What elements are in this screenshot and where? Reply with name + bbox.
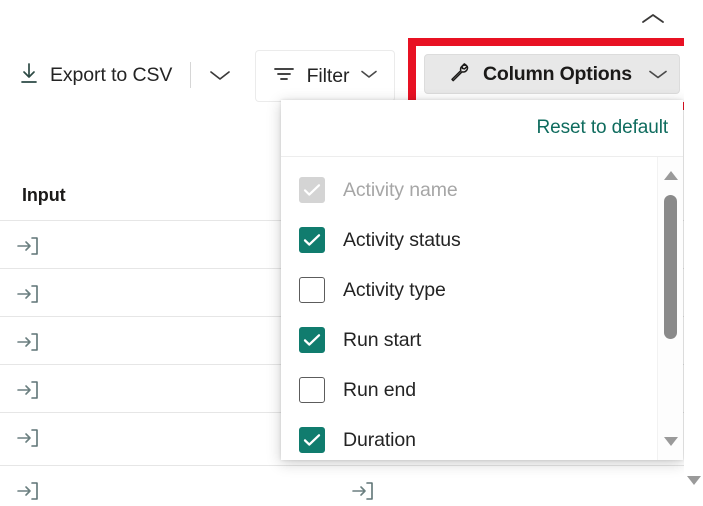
- column-option-label: Activity status: [343, 229, 461, 252]
- column-option-activity-name: Activity name: [281, 165, 653, 215]
- app-root: Input: [0, 0, 703, 506]
- export-to-csv-button[interactable]: Export to CSV: [8, 52, 182, 98]
- column-options-chevron-down-icon: [648, 68, 668, 81]
- checkbox-checked-icon[interactable]: [299, 427, 325, 453]
- column-option-run-end[interactable]: Run end: [281, 365, 653, 415]
- column-option-label: Run end: [343, 379, 416, 402]
- export-to-csv-group: Export to CSV: [8, 52, 237, 98]
- column-option-duration[interactable]: Duration: [281, 415, 653, 460]
- column-header-input: Input: [22, 185, 65, 206]
- chevron-up-icon[interactable]: [633, 4, 673, 34]
- column-options-list: Activity name Activity status Activity t…: [281, 157, 653, 460]
- column-options-panel: Reset to default Activity name Activity …: [281, 100, 683, 460]
- column-options-button[interactable]: Column Options: [424, 54, 680, 94]
- checkbox-checked-disabled-icon: [299, 177, 325, 203]
- checkbox-unchecked-icon[interactable]: [299, 377, 325, 403]
- column-options-label: Column Options: [483, 63, 632, 86]
- panel-header: Reset to default: [281, 100, 683, 157]
- column-option-label: Activity name: [343, 179, 458, 202]
- checkbox-checked-icon[interactable]: [299, 327, 325, 353]
- scrollbar-thumb[interactable]: [664, 195, 677, 339]
- arrow-into-box-icon[interactable]: [350, 478, 376, 504]
- scrollbar-triangle-up-icon[interactable]: [658, 163, 683, 188]
- arrow-into-box-icon[interactable]: [15, 377, 41, 403]
- export-chevron-down-icon[interactable]: [203, 55, 237, 95]
- arrow-into-box-icon[interactable]: [15, 329, 41, 355]
- panel-scrollbar[interactable]: [657, 157, 683, 460]
- column-options-list-wrap: Activity name Activity status Activity t…: [281, 157, 683, 460]
- reset-to-default-button[interactable]: Reset to default: [537, 117, 668, 139]
- page-scrollbar-triangle-down-icon[interactable]: [684, 471, 703, 490]
- wrench-icon: [447, 60, 471, 89]
- download-icon: [18, 61, 40, 90]
- column-option-label: Duration: [343, 429, 416, 452]
- checkbox-unchecked-icon[interactable]: [299, 277, 325, 303]
- toolbar-divider: [190, 62, 191, 88]
- row-divider: [0, 465, 703, 466]
- scrollbar-triangle-down-icon[interactable]: [658, 429, 683, 454]
- export-to-csv-label: Export to CSV: [50, 64, 172, 87]
- filter-button[interactable]: Filter: [255, 50, 395, 102]
- column-option-label: Run start: [343, 329, 421, 352]
- checkbox-checked-icon[interactable]: [299, 227, 325, 253]
- column-option-activity-status[interactable]: Activity status: [281, 215, 653, 265]
- filter-icon: [272, 64, 296, 89]
- filter-label: Filter: [307, 65, 350, 88]
- page-scrollbar[interactable]: [684, 0, 703, 506]
- arrow-into-box-icon[interactable]: [15, 478, 41, 504]
- arrow-into-box-icon[interactable]: [15, 233, 41, 259]
- column-option-label: Activity type: [343, 279, 446, 302]
- filter-chevron-down-icon: [360, 67, 378, 85]
- arrow-into-box-icon[interactable]: [15, 425, 41, 451]
- column-option-run-start[interactable]: Run start: [281, 315, 653, 365]
- arrow-into-box-icon[interactable]: [15, 281, 41, 307]
- column-option-activity-type[interactable]: Activity type: [281, 265, 653, 315]
